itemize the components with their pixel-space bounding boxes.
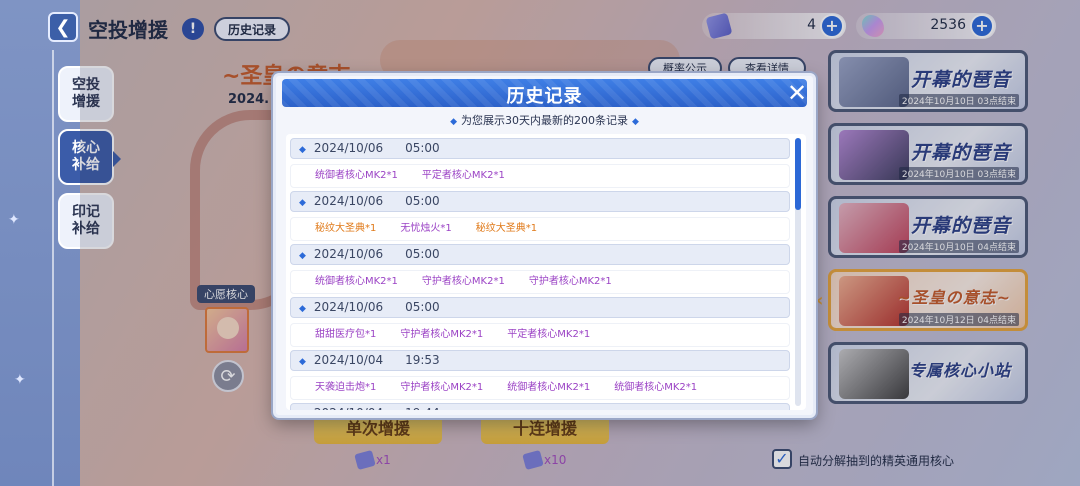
sparkle-icon: ✦: [14, 372, 26, 388]
record-time: 05:00: [405, 300, 440, 314]
reward-item: 甜甜医疗包*1: [315, 329, 377, 340]
reward-item: 守护者核心MK2*1: [400, 382, 484, 393]
record-date: 2024/10/06: [313, 141, 384, 155]
record-date-row: ◆ 2024/10/06 05:00: [290, 191, 790, 212]
diamond-icon: ◆: [299, 198, 306, 208]
sparkle-icon: ✦: [8, 212, 20, 228]
reward-item: 平定者核心MK2*1: [507, 329, 591, 340]
record-items-row: 秘纹大圣典*1 无忧烛火*1 秘纹大圣典*1: [290, 217, 790, 241]
record-items-row: 统御者核心MK2*1 平定者核心MK2*1: [290, 164, 790, 188]
record-date-row: ◆ 2024/10/04 19:53: [290, 350, 790, 371]
record-date-row: ◆ 2024/10/06 05:00: [290, 297, 790, 318]
reward-item: 无忧烛火*1: [400, 223, 452, 234]
record-time: 05:00: [405, 194, 440, 208]
reward-item: 秘纹大圣典*1: [475, 223, 538, 234]
record-date: 2024/10/04: [313, 353, 384, 367]
modal-subtitle: ◆ 为您展示30天内最新的200条记录 ◆: [276, 112, 813, 128]
record-date: 2024/10/06: [313, 300, 384, 314]
record-time: 05:00: [405, 247, 440, 261]
record-date: 2024/10/06: [313, 194, 384, 208]
reward-item: 统御者核心MK2*1: [315, 170, 398, 181]
record-items-row: 天袭迫击炮*1 守护者核心MK2*1 统御者核心MK2*1 统御者核心MK2*1: [290, 376, 790, 400]
record-date-row: ◆ 2024/10/06 05:00: [290, 244, 790, 265]
diamond-icon: ◆: [299, 357, 306, 367]
reward-item: 统御者核心MK2*1: [614, 382, 698, 393]
scrollbar-thumb[interactable]: [795, 138, 801, 210]
reward-item: 守护者核心MK2*1: [421, 276, 505, 287]
modal-subtitle-text: 为您展示30天内最新的200条记录: [461, 114, 628, 127]
reward-item: 统御者核心MK2*1: [507, 382, 591, 393]
nav-divider: [52, 50, 54, 486]
modal-header: 历史记录 ✕: [282, 79, 807, 107]
diamond-icon: ◆: [299, 251, 306, 261]
diamond-icon: ◆: [299, 304, 306, 314]
reward-item: 天袭迫击炮*1: [315, 382, 377, 393]
record-items-row: 统御者核心MK2*1 守护者核心MK2*1 守护者核心MK2*1: [290, 270, 790, 294]
history-modal: 历史记录 ✕ ◆ 为您展示30天内最新的200条记录 ◆ ◆ 2024/10/06 05…: [273, 73, 816, 418]
scrollbar[interactable]: [795, 138, 801, 406]
history-list[interactable]: ◆ 2024/10/06 05:00 统御者核心MK2*1 平定者核心MK2*1 ◆ 202…: [286, 134, 806, 410]
back-arrow-icon[interactable]: ❮: [48, 12, 78, 42]
diamond-icon: ◆: [632, 117, 639, 127]
reward-item: 守护者核心MK2*1: [400, 329, 484, 340]
modal-title: 历史记录: [506, 86, 583, 107]
reward-item: 秘纹大圣典*1: [315, 223, 377, 234]
record-date: 2024/10/04: [314, 406, 383, 410]
record-date-row: ◆2024/10/0419:44: [290, 403, 790, 410]
diamond-icon: ◆: [299, 145, 306, 155]
reward-item: 守护者核心MK2*1: [528, 276, 612, 287]
diamond-icon: ◆: [450, 117, 457, 127]
reward-item: 平定者核心MK2*1: [421, 170, 505, 181]
close-icon[interactable]: ✕: [785, 81, 809, 105]
record-time: 19:53: [405, 353, 440, 367]
record-date: 2024/10/06: [313, 247, 384, 261]
reward-item: 统御者核心MK2*1: [315, 276, 398, 287]
record-items-row: 甜甜医疗包*1 守护者核心MK2*1 平定者核心MK2*1: [290, 323, 790, 347]
record-time: 19:44: [405, 406, 440, 410]
record-date-row: ◆ 2024/10/06 05:00: [290, 138, 790, 159]
record-time: 05:00: [405, 141, 440, 155]
